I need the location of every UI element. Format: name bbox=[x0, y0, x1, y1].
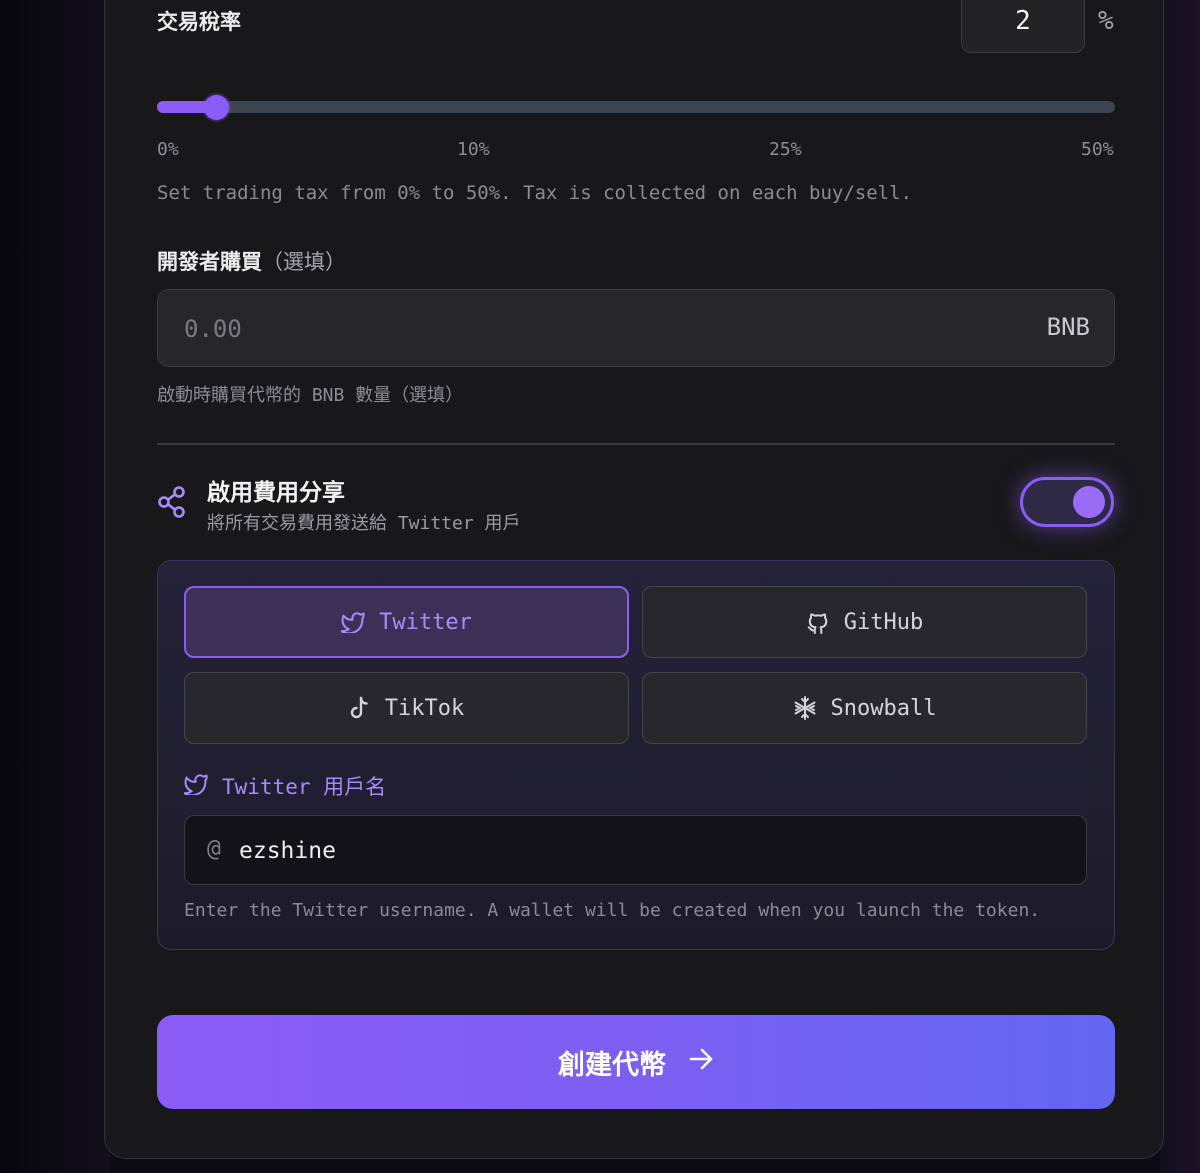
github-icon bbox=[806, 609, 830, 635]
dev-buy-help-text: 啟動時購買代幣的 BNB 數量（選填） bbox=[157, 385, 464, 406]
tax-unit: % bbox=[1098, 6, 1114, 36]
tax-tick-50: 50% bbox=[1081, 139, 1114, 160]
tax-slider-track[interactable] bbox=[157, 101, 1115, 113]
tiktok-icon bbox=[349, 696, 371, 720]
dev-buy-field: BNB bbox=[157, 289, 1115, 367]
platform-snowball-button[interactable]: Snowball bbox=[642, 672, 1087, 744]
section-divider bbox=[157, 443, 1115, 445]
at-symbol: @ bbox=[207, 836, 221, 862]
username-label: Twitter 用戶名 bbox=[183, 771, 387, 801]
dev-buy-label: 開發者購買（選填） bbox=[157, 246, 346, 276]
arrow-right-icon bbox=[688, 1047, 714, 1078]
snowflake-icon bbox=[793, 696, 817, 720]
tax-tick-10: 10% bbox=[457, 139, 490, 160]
tax-value-input[interactable]: 2 bbox=[961, 0, 1085, 53]
dev-buy-unit: BNB bbox=[1046, 313, 1090, 341]
share-icon bbox=[157, 486, 187, 518]
fee-share-subtitle: 將所有交易費用發送給 Twitter 用戶 bbox=[207, 513, 521, 534]
page-background-left bbox=[0, 0, 110, 1173]
fee-share-toggle[interactable] bbox=[1020, 477, 1114, 527]
username-help-text: Enter the Twitter username. A wallet wil… bbox=[184, 900, 1041, 921]
page-background-right bbox=[1160, 0, 1200, 1173]
create-token-label: 創建代幣 bbox=[558, 1049, 666, 1081]
platform-github-label: GitHub bbox=[843, 609, 924, 635]
twitter-icon bbox=[183, 773, 208, 800]
dev-buy-label-text: 開發者購買 bbox=[157, 250, 262, 274]
dev-buy-input[interactable] bbox=[182, 310, 946, 348]
toggle-knob bbox=[1073, 486, 1105, 518]
username-label-text: Twitter 用戶名 bbox=[222, 775, 387, 799]
platform-twitter-button[interactable]: Twitter bbox=[184, 586, 629, 658]
username-field: @ bbox=[184, 815, 1087, 885]
platform-github-button[interactable]: GitHub bbox=[642, 586, 1087, 658]
dev-buy-optional: （選填） bbox=[262, 250, 346, 274]
tax-tick-0: 0% bbox=[157, 139, 179, 160]
platform-snowball-label: Snowball bbox=[830, 695, 937, 721]
tax-tick-25: 25% bbox=[769, 139, 802, 160]
username-input[interactable] bbox=[237, 832, 1061, 870]
platform-tiktok-button[interactable]: TikTok bbox=[184, 672, 629, 744]
tax-help-text: Set trading tax from 0% to 50%. Tax is c… bbox=[157, 182, 912, 204]
create-token-button[interactable]: 創建代幣 bbox=[157, 1015, 1115, 1109]
platform-twitter-label: Twitter bbox=[379, 609, 472, 635]
platform-tiktok-label: TikTok bbox=[384, 695, 465, 721]
fee-share-title: 啟用費用分享 bbox=[207, 480, 345, 506]
twitter-icon bbox=[341, 611, 365, 633]
tax-label: 交易稅率 bbox=[157, 10, 241, 34]
